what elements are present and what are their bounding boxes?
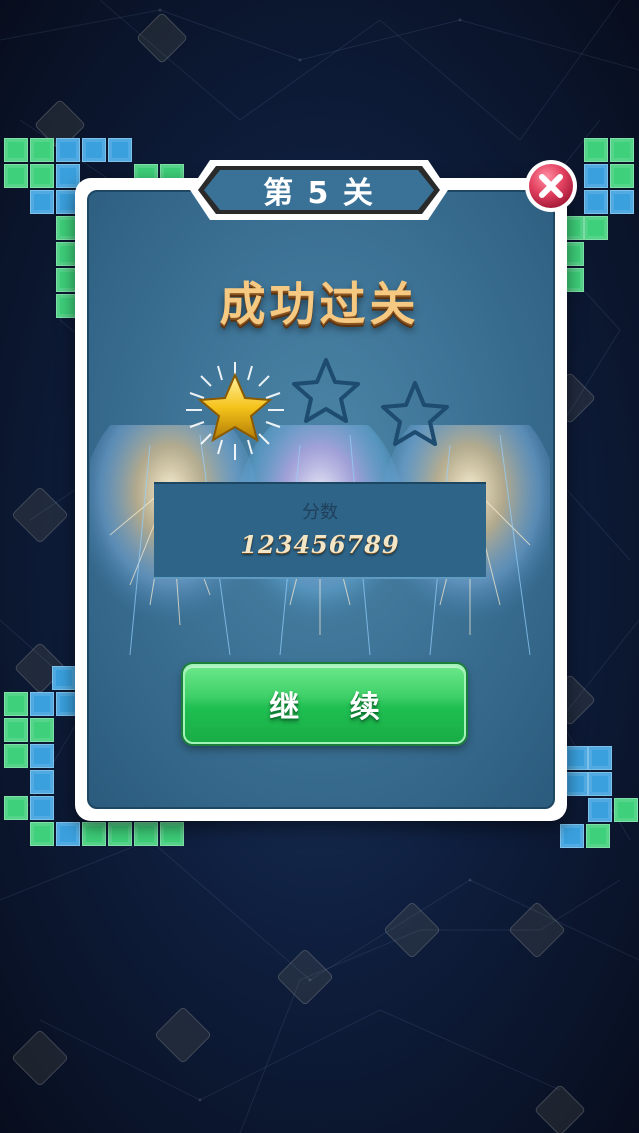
score-panel: 分数 123456789 xyxy=(154,482,486,579)
level-title: 第 5 关 xyxy=(263,176,375,211)
close-button[interactable] xyxy=(523,158,579,214)
score-label: 分数 xyxy=(302,502,338,523)
success-title: 成功过关 xyxy=(219,277,420,331)
continue-label: 继 续 xyxy=(269,690,400,725)
close-icon xyxy=(525,160,577,212)
score-value: 123456789 xyxy=(240,530,400,559)
continue-button[interactable]: 继 续 xyxy=(183,664,466,744)
level-banner: 第 5 关 xyxy=(188,158,450,222)
block-cluster-bottom-right xyxy=(560,746,638,850)
